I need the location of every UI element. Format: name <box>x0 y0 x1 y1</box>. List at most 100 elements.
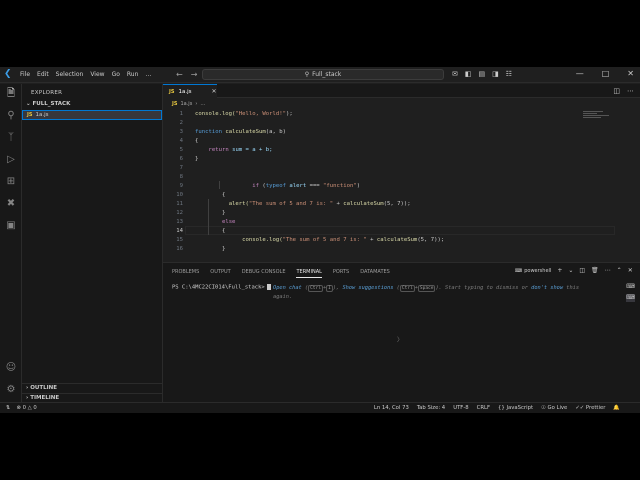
menu-selection[interactable]: Selection <box>56 71 84 78</box>
folder-full-stack[interactable]: ⌄ FULL_STACK <box>26 101 70 107</box>
code-editor[interactable]: 1 2 3 4 5 6 7 8 9 10 11 12 13 14 15 16 c… <box>163 109 640 261</box>
problems-status[interactable]: ⊗ 0 △ 0 <box>16 405 36 411</box>
trash-icon[interactable]: 🗑 <box>591 267 599 274</box>
token: sum = a + b; <box>232 147 273 153</box>
line-number: 10 <box>176 192 183 198</box>
run-debug-icon[interactable]: ▷ <box>5 154 17 166</box>
close-panel-icon[interactable]: ✕ <box>628 267 633 274</box>
menu-more[interactable]: … <box>145 71 151 78</box>
chevron-right-icon: › <box>26 385 29 391</box>
terminal-icon[interactable]: ⌨ <box>626 283 635 291</box>
token: typeof <box>265 183 286 189</box>
more-actions-icon[interactable]: ⋯ <box>627 87 634 95</box>
remote-explorer-icon[interactable]: ▣ <box>5 220 17 232</box>
line-number: 1 <box>179 111 183 117</box>
kbd-key: Space <box>417 285 436 292</box>
tab-size[interactable]: Tab Size: 4 <box>417 405 445 411</box>
close-window-icon[interactable]: ✕ <box>627 69 634 78</box>
code-line-14: console.log("The sum of 5 and 7 is: " + … <box>195 237 444 243</box>
encoding[interactable]: UTF-8 <box>453 405 468 411</box>
breadcrumb-more[interactable]: … <box>200 101 205 107</box>
line-number: 4 <box>179 138 183 144</box>
terminal-list: ⌨ ⌨ <box>626 283 636 302</box>
line-number: 9 <box>179 183 183 189</box>
open-chat-link[interactable]: Open chat <box>273 285 302 291</box>
window-controls: — □ ✕ <box>576 69 634 78</box>
menu-go[interactable]: Go <box>112 71 120 78</box>
tab-1a-js[interactable]: JS 1a.js ✕ <box>163 84 217 98</box>
file-1a-js[interactable]: JS 1a.js <box>22 110 162 120</box>
terminal-icon[interactable]: ⌨ <box>626 294 635 302</box>
token: === <box>306 183 324 189</box>
go-live-button[interactable]: ☉ Go Live <box>541 405 567 411</box>
dont-show-link[interactable]: don't show <box>531 285 563 291</box>
language-mode[interactable]: {} JavaScript <box>498 405 533 411</box>
code-line-15: } <box>195 246 225 252</box>
split-editor-icon[interactable]: ◫ <box>613 87 620 95</box>
end-of-line[interactable]: CRLF <box>477 405 490 411</box>
tab-problems[interactable]: PROBLEMS <box>172 269 199 278</box>
terminal-shell-selector[interactable]: ⌨ powershell <box>515 268 551 274</box>
panel-actions: ⌨ powershell + ⌄ ◫ 🗑 ⋯ ⌃ ✕ <box>515 267 633 274</box>
source-control-icon[interactable]: ᛉ <box>5 132 17 144</box>
chevron-down-icon[interactable]: ⌄ <box>568 267 573 274</box>
code-line-4: { <box>195 138 198 144</box>
menu-file[interactable]: File <box>20 71 30 78</box>
explorer-icon[interactable]: 🗎 <box>5 88 17 100</box>
token: } <box>221 246 226 252</box>
current-line-highlight <box>185 226 615 235</box>
toggle-panel-icon[interactable]: ▤ <box>479 70 486 78</box>
timeline-section[interactable]: › TIMELINE <box>26 395 59 401</box>
copilot-icon[interactable]: ✉ <box>452 70 458 78</box>
outline-label: OUTLINE <box>30 385 58 391</box>
remote-icon[interactable]: ⇅ <box>6 405 10 411</box>
tab-terminal[interactable]: TERMINAL <box>296 269 322 278</box>
new-terminal-icon[interactable]: + <box>557 267 562 274</box>
show-suggestions-link[interactable]: Show suggestions <box>342 285 393 291</box>
error-count: 0 <box>22 405 26 411</box>
tab-output[interactable]: OUTPUT <box>210 269 230 278</box>
code-line-5: return sum = a + b; <box>195 147 273 153</box>
cursor-position[interactable]: Ln 14, Col 73 <box>374 405 409 411</box>
menu-run[interactable]: Run <box>127 71 139 78</box>
minimize-icon[interactable]: — <box>576 69 584 78</box>
search-text: Full_stack <box>312 71 342 78</box>
back-arrow-icon[interactable]: ← <box>176 70 183 79</box>
testing-icon[interactable]: ✖ <box>5 198 17 210</box>
timeline-label: TIMELINE <box>30 395 60 401</box>
maximize-panel-icon[interactable]: ⌃ <box>617 267 622 274</box>
close-tab-icon[interactable]: ✕ <box>211 88 216 95</box>
search-view-icon[interactable]: ⚲ <box>5 110 17 122</box>
menu-view[interactable]: View <box>90 71 104 78</box>
more-actions-icon[interactable]: ⋯ <box>605 267 611 274</box>
minimap[interactable] <box>583 111 613 123</box>
terminal-output[interactable]: PS C:\4MC22CI014\Full_stack> <box>172 284 271 291</box>
extensions-icon[interactable]: ⊞ <box>5 176 17 188</box>
breadcrumb-file[interactable]: 1a.js <box>180 101 192 107</box>
code-line-12: else <box>195 219 235 225</box>
breadcrumb: JS 1a.js › … <box>172 101 205 107</box>
customize-layout-icon[interactable]: ☷ <box>506 70 512 78</box>
line-number: 3 <box>179 129 183 135</box>
line-number: 8 <box>179 174 183 180</box>
maximize-icon[interactable]: □ <box>602 69 610 78</box>
command-center-search[interactable]: ⚲ Full_stack <box>202 69 444 80</box>
notifications-bell-icon[interactable]: 🔔 <box>613 405 620 411</box>
menu-edit[interactable]: Edit <box>37 71 49 78</box>
split-terminal-icon[interactable]: ◫ <box>579 267 585 274</box>
account-icon[interactable]: ☺ <box>5 362 17 374</box>
tab-datamates[interactable]: DATAMATES <box>360 269 390 278</box>
token: calculateSum <box>343 201 384 207</box>
line-number-current: 14 <box>176 228 183 234</box>
search-icon: ⚲ <box>304 71 310 78</box>
code-line-1: console.log("Hello, World!"); <box>195 111 293 117</box>
line-number: 12 <box>176 210 183 216</box>
outline-section[interactable]: › OUTLINE <box>26 385 57 391</box>
settings-gear-icon[interactable]: ⚙ <box>5 384 17 396</box>
toggle-secondary-sidebar-icon[interactable]: ◨ <box>492 70 499 78</box>
prettier-status[interactable]: ✓✓ Prettier <box>575 405 605 411</box>
tab-ports[interactable]: PORTS <box>333 269 349 278</box>
tab-debug-console[interactable]: DEBUG CONSOLE <box>242 269 286 278</box>
forward-arrow-icon[interactable]: → <box>191 70 198 79</box>
toggle-sidebar-icon[interactable]: ◧ <box>465 70 472 78</box>
